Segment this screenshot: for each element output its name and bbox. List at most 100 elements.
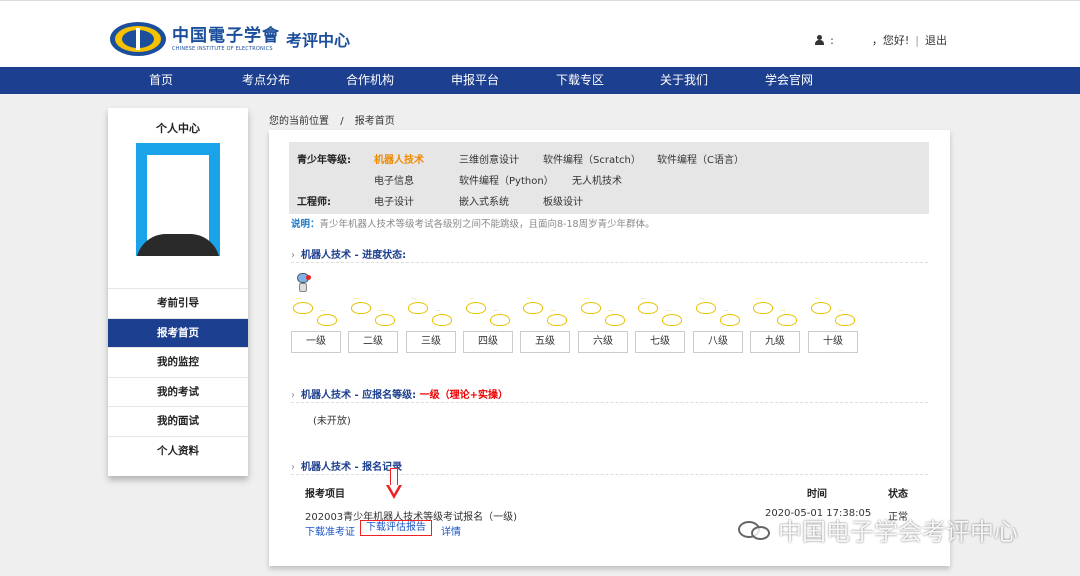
sidebar-item-my-interviews[interactable]: 我的面试 xyxy=(108,406,248,436)
category-embedded[interactable]: 嵌入式系统 xyxy=(459,193,509,208)
category-drone[interactable]: 无人机技术 xyxy=(572,172,622,187)
footprint-icon xyxy=(753,296,773,314)
level-box-2: 二级 xyxy=(348,331,398,353)
footprint-icon xyxy=(351,296,371,314)
footprint-icon xyxy=(720,308,740,326)
sidebar-item-exam-guide[interactable]: 考前引导 xyxy=(108,288,248,318)
table-header-item: 报考项目 xyxy=(305,489,345,500)
breadcrumb-prefix: 您的当前位置 xyxy=(269,116,329,127)
footprint-icon xyxy=(432,308,452,326)
category-board-design[interactable]: 板级设计 xyxy=(543,193,583,208)
logo-subtitle: 考评中心 xyxy=(286,31,351,50)
level-box-7: 七级 xyxy=(635,331,685,353)
level-box-5: 五级 xyxy=(520,331,570,353)
youth-level-label: 青少年等级: xyxy=(297,155,351,166)
sidebar-item-registration-home[interactable]: 报考首页 xyxy=(108,317,248,347)
wechat-watermark: 中国电子学会考评中心 xyxy=(738,512,1018,547)
category-selector: 青少年等级: 机器人技术 三维创意设计 软件编程（Scratch） 软件编程（C… xyxy=(289,142,929,214)
breadcrumb-current: 报考首页 xyxy=(354,116,395,127)
category-robotics[interactable]: 机器人技术 xyxy=(374,151,424,166)
not-open-status: (未开放) xyxy=(313,416,351,427)
logo-emblem-icon xyxy=(110,22,166,56)
download-ticket-link[interactable]: 下载准考证 xyxy=(305,523,355,538)
level-box-6: 六级 xyxy=(578,331,628,353)
down-arrow-icon xyxy=(386,468,402,502)
header-separator: | xyxy=(915,33,919,47)
level-box-1: 一级 xyxy=(291,331,341,353)
eligible-level: 一级（理论+实操） xyxy=(419,390,508,401)
sidebar-title: 个人中心 xyxy=(156,122,200,135)
progress-section-title: › 机器人技术 - 进度状态: xyxy=(291,246,406,261)
chevron-right-icon: › xyxy=(291,250,295,261)
nav-item-downloads[interactable]: 下载专区 xyxy=(556,67,604,94)
sidebar-menu: 考前引导 报考首页 我的监控 我的考试 我的面试 个人资料 xyxy=(108,288,248,465)
main-panel: 青少年等级: 机器人技术 三维创意设计 软件编程（Scratch） 软件编程（C… xyxy=(269,130,950,566)
level-box-9: 九级 xyxy=(750,331,800,353)
level-box-10: 十级 xyxy=(808,331,858,353)
main-nav: 首页 考点分布 合作机构 申报平台 下载专区 关于我们 学会官网 xyxy=(0,67,1080,94)
sidebar-item-my-exams[interactable]: 我的考试 xyxy=(108,376,248,407)
chevron-right-icon: › xyxy=(291,390,295,401)
progress-title-text: 机器人技术 - 进度状态: xyxy=(301,250,407,261)
footprints-track xyxy=(291,296,871,328)
note-text: 青少年机器人技术等级考试各级别之间不能跳级，且面向8-18周岁青少年群体。 xyxy=(319,219,655,230)
watermark-text: 中国电子学会考评中心 xyxy=(778,518,1018,546)
detail-link[interactable]: 详情 xyxy=(441,523,461,538)
footprint-icon xyxy=(293,296,313,314)
user-area: : ，您好! | 退出 xyxy=(815,32,947,48)
footprint-icon xyxy=(490,308,510,326)
footprint-icon xyxy=(811,296,831,314)
category-c-language[interactable]: 软件编程（C语言） xyxy=(657,151,744,166)
category-electronics[interactable]: 电子信息 xyxy=(374,172,414,187)
eligible-title-text: 机器人技术 - 应报名等级: xyxy=(301,390,417,401)
nav-item-about[interactable]: 关于我们 xyxy=(660,67,708,94)
level-box-4: 四级 xyxy=(463,331,513,353)
category-python[interactable]: 软件编程（Python） xyxy=(459,172,554,187)
level-box-3: 三级 xyxy=(406,331,456,353)
note-label: 说明： xyxy=(291,219,320,230)
site-logo[interactable]: 中国電子学會 CHINESE INSTITUTE OF ELECTRONICS … xyxy=(110,19,350,59)
greeting-text: ，您好! xyxy=(871,34,910,47)
note: 说明：青少年机器人技术等级考试各级别之间不能跳级，且面向8-18周岁青少年群体。 xyxy=(291,216,655,230)
footprint-icon xyxy=(523,296,543,314)
chevron-right-icon: › xyxy=(291,462,295,473)
robot-mascot-icon xyxy=(295,273,311,295)
breadcrumb-separator: / xyxy=(340,116,344,127)
footprint-icon xyxy=(638,296,658,314)
footprint-icon xyxy=(777,308,797,326)
download-report-link[interactable]: 下载评估报告 xyxy=(360,520,432,536)
category-scratch[interactable]: 软件编程（Scratch） xyxy=(543,151,641,166)
footprint-icon xyxy=(662,308,682,326)
footprint-icon xyxy=(696,296,716,314)
logout-link[interactable]: 退出 xyxy=(925,32,947,48)
footprint-icon xyxy=(317,308,337,326)
nav-item-partners[interactable]: 合作机构 xyxy=(346,67,394,94)
avatar xyxy=(136,143,220,256)
footprint-icon xyxy=(581,296,601,314)
footprint-icon xyxy=(547,308,567,326)
nav-item-application-platform[interactable]: 申报平台 xyxy=(451,67,499,94)
footprint-icon xyxy=(408,296,428,314)
engineer-label: 工程师: xyxy=(297,197,331,208)
logo-chinese-name: 中国電子学會 xyxy=(172,26,280,46)
section-divider xyxy=(291,402,928,403)
nav-item-official-site[interactable]: 学会官网 xyxy=(765,67,813,94)
sidebar-item-my-monitoring[interactable]: 我的监控 xyxy=(108,347,248,377)
category-3d-design[interactable]: 三维创意设计 xyxy=(459,151,519,166)
logo-english-name: CHINESE INSTITUTE OF ELECTRONICS xyxy=(172,46,273,52)
sidebar: 个人中心 考前引导 报考首页 我的监控 我的考试 我的面试 个人资料 xyxy=(108,108,248,476)
sidebar-item-profile[interactable]: 个人资料 xyxy=(108,435,248,466)
footprint-icon xyxy=(375,308,395,326)
level-box-8: 八级 xyxy=(693,331,743,353)
wechat-icon xyxy=(738,519,772,541)
footprint-icon xyxy=(835,308,855,326)
section-divider xyxy=(291,262,928,263)
category-electronic-design[interactable]: 电子设计 xyxy=(374,193,414,208)
table-header-status: 状态 xyxy=(888,489,908,500)
eligible-section-title: › 机器人技术 - 应报名等级: 一级（理论+实操） xyxy=(291,386,508,401)
nav-item-home[interactable]: 首页 xyxy=(149,67,173,94)
site-header: 中国電子学會 CHINESE INSTITUTE OF ELECTRONICS … xyxy=(0,0,1080,67)
user-colon: : xyxy=(830,33,834,47)
breadcrumb: 您的当前位置 / 报考首页 xyxy=(269,112,395,127)
nav-item-test-centers[interactable]: 考点分布 xyxy=(242,67,290,94)
